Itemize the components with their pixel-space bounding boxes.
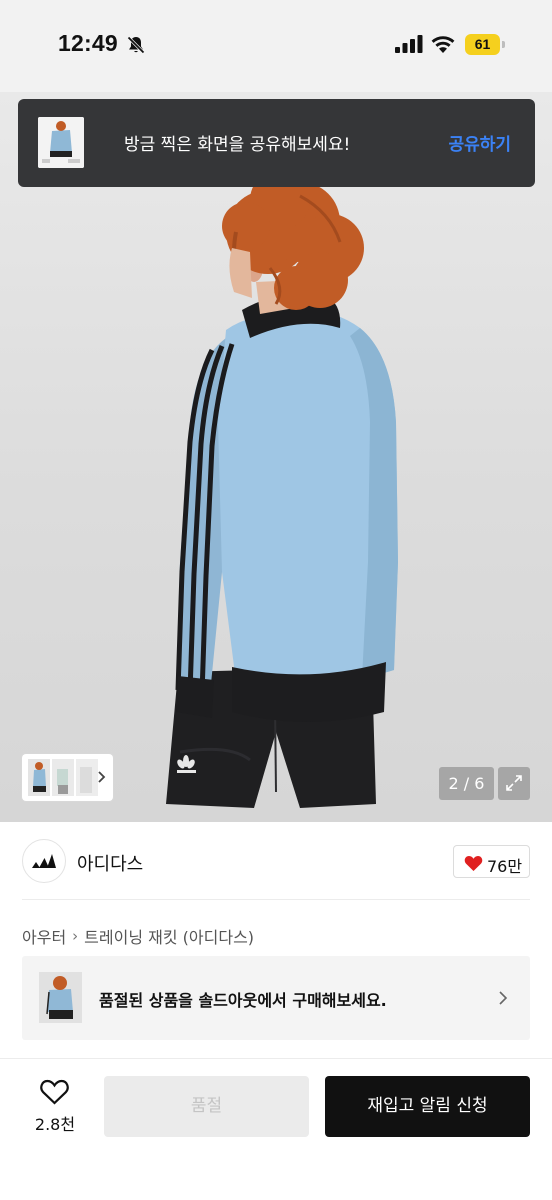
expand-icon — [506, 775, 522, 791]
like-button[interactable]: 76만 — [453, 845, 530, 878]
share-toast: 방금 찍은 화면을 공유해보세요! 공유하기 — [18, 99, 535, 187]
divider — [22, 899, 530, 900]
restock-alert-button[interactable]: 재입고 알림 신청 — [325, 1076, 530, 1137]
like-count: 76만 — [487, 857, 523, 876]
product-image[interactable] — [0, 92, 552, 822]
bell-slash-icon — [127, 36, 145, 54]
image-thumbnail-strip[interactable] — [22, 754, 113, 801]
expand-image-button[interactable] — [498, 767, 530, 800]
bottom-action-bar: 2.8천 품절 재입고 알림 신청 — [0, 1059, 552, 1200]
app-screen: 12:49 61 방금 찍은 화면을 공유해보세요! 공유하기 2 / 6 아디… — [0, 0, 552, 1200]
wifi-icon — [431, 36, 455, 53]
battery-level: 61 — [474, 36, 491, 52]
status-time: 12:49 — [58, 30, 118, 56]
thumbnail-images — [28, 759, 98, 796]
signal-icon — [395, 35, 423, 53]
toast-message: 방금 찍은 화면을 공유해보세요! — [124, 135, 351, 155]
battery-cap — [502, 41, 505, 48]
share-button[interactable]: 공유하기 — [448, 130, 511, 155]
screenshot-thumbnail[interactable] — [38, 117, 84, 168]
status-bar: 12:49 61 — [0, 0, 552, 92]
chevron-right-icon — [499, 991, 508, 1005]
heart-filled-icon — [464, 856, 483, 871]
chevron-right-icon — [98, 771, 106, 783]
image-page-counter: 2 / 6 — [439, 767, 494, 800]
adidas-logo-icon — [32, 854, 56, 868]
heart-outline-icon — [40, 1079, 69, 1105]
battery-icon: 61 — [465, 34, 505, 55]
breadcrumb-category[interactable]: 아우터 — [22, 924, 66, 948]
wishlist-button[interactable]: 2.8천 — [24, 1077, 86, 1139]
soldout-banner[interactable]: 품절된 상품을 솔드아웃에서 구매해보세요. — [22, 956, 530, 1040]
wishlist-count: 2.8천 — [34, 1115, 76, 1134]
brand-name[interactable]: 아디다스 — [77, 850, 143, 876]
soldout-banner-text: 품절된 상품을 솔드아웃에서 구매해보세요. — [99, 991, 387, 1010]
product-photo-model — [166, 170, 398, 808]
breadcrumb-subcategory[interactable]: 트레이닝 재킷 (아디다스) — [84, 924, 254, 948]
brand-row: 아디다스 76만 — [0, 822, 552, 900]
brand-logo[interactable] — [22, 839, 66, 883]
soldout-button: 품절 — [104, 1076, 309, 1137]
breadcrumb-separator-icon: › — [72, 927, 79, 945]
banner-product-thumbnail — [39, 972, 82, 1023]
breadcrumb: 아우터 › 트레이닝 재킷 (아디다스) — [22, 924, 254, 948]
